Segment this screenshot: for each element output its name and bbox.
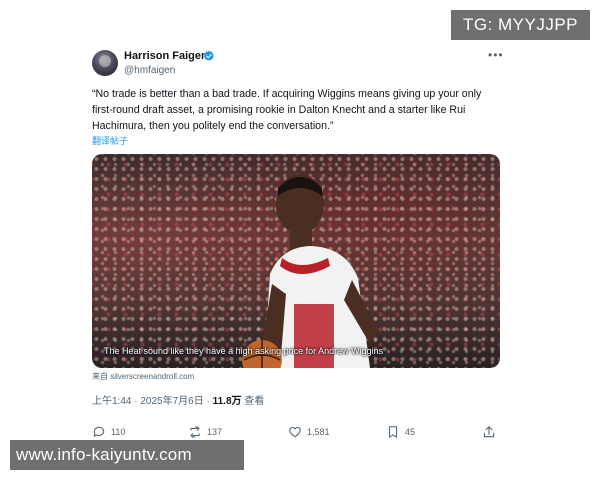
views-label: 查看 <box>241 396 265 407</box>
like-count: 1,581 <box>307 427 330 437</box>
bookmark-button[interactable]: 45 <box>386 422 415 442</box>
reply-button[interactable]: 110 <box>92 422 125 442</box>
player-image <box>242 174 378 368</box>
avatar[interactable] <box>92 50 118 76</box>
like-button[interactable]: 1,581 <box>288 422 330 442</box>
repost-button[interactable]: 137 <box>188 422 222 442</box>
repost-icon <box>190 426 200 438</box>
author-name[interactable]: Harrison Faigen <box>124 50 208 62</box>
action-bar: 110 137 1,581 45 <box>92 422 502 442</box>
bookmark-count: 45 <box>405 427 416 437</box>
tweet-text: “No trade is better than a bad trade. If… <box>92 88 482 132</box>
more-icon[interactable]: ••• <box>488 48 504 62</box>
bookmark-icon <box>388 426 398 438</box>
share-button[interactable] <box>482 422 496 442</box>
repost-count: 137 <box>207 427 223 437</box>
share-icon <box>483 426 495 438</box>
author-handle[interactable]: @hmfaigen <box>124 65 175 76</box>
tweet-media[interactable]: The Heat sound like they have a high ask… <box>92 154 500 368</box>
views-count: 11.8万 <box>212 396 242 407</box>
reply-icon <box>93 426 105 438</box>
tweet-meta: 上午1:44 · 2025年7月6日 · 11.8万 查看 <box>92 392 264 407</box>
media-source[interactable]: 来自 silverscreenandroll.com <box>92 371 194 382</box>
reply-count: 110 <box>111 427 126 437</box>
media-caption: The Heat sound like they have a high ask… <box>104 346 384 356</box>
translate-link[interactable]: 翻译帖子 <box>92 134 128 147</box>
tweet-card: Harrison Faigen @hmfaigen ••• “No trade … <box>78 36 512 446</box>
tweet-timestamp[interactable]: 上午1:44 · 2025年7月6日 · <box>92 396 213 407</box>
verified-badge-icon <box>203 50 214 61</box>
url-watermark: www.info-kaiyuntv.com <box>10 440 244 470</box>
like-icon <box>289 427 301 438</box>
